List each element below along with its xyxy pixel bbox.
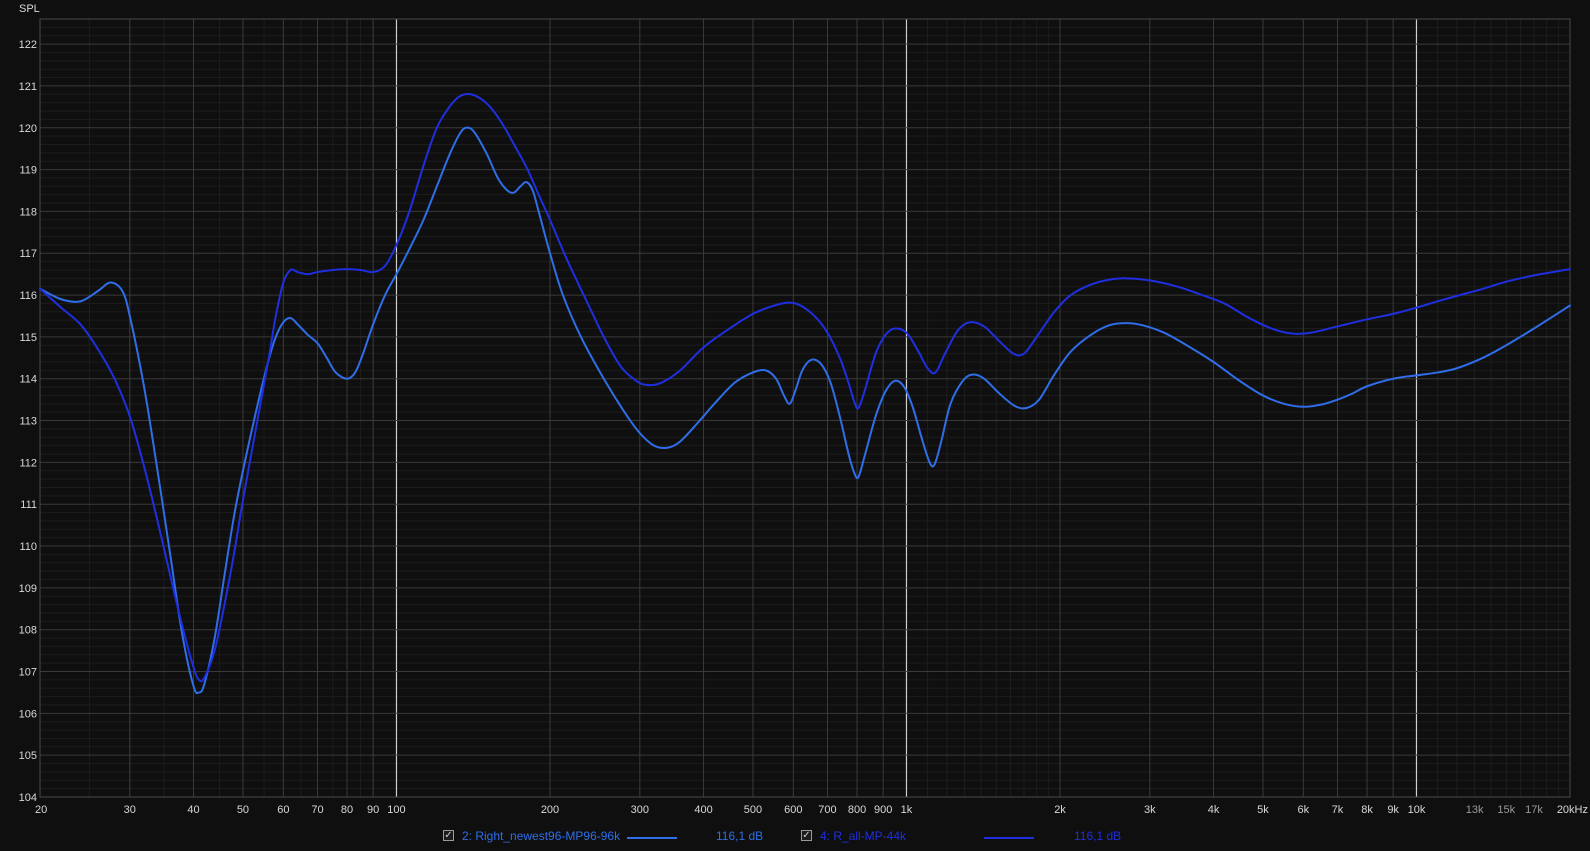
x-tick-label: 300 <box>631 804 649 816</box>
x-tick-label: 400 <box>694 804 712 816</box>
series-2-swatch <box>984 837 1034 839</box>
y-tick-label: 114 <box>19 374 37 386</box>
x-tick-label: 50 <box>237 804 249 816</box>
x-tick-label: 200 <box>541 804 559 816</box>
y-tick-label: 108 <box>19 625 37 637</box>
y-tick-label: 113 <box>19 416 37 428</box>
x-tick-label: 800 <box>848 804 866 816</box>
x-tick-label: 8k <box>1361 804 1373 816</box>
x-tick-label: 500 <box>744 804 762 816</box>
y-tick-label: 118 <box>19 206 37 218</box>
x-tick-label: 700 <box>818 804 836 816</box>
spl-frequency-chart: 104 105 106 107 108 109 110 111 112 113 114 115 116 1… <box>0 0 1590 826</box>
y-tick-label: 112 <box>19 457 37 469</box>
x-tick-label: 70 <box>311 804 323 816</box>
x-tick-label: 3k <box>1144 804 1156 816</box>
y-tick-label: 104 <box>19 792 37 804</box>
x-tick-label: 13k <box>1466 804 1484 816</box>
x-tick-label: 17k <box>1525 804 1543 816</box>
series-2-value: 116,1 dB <box>1074 829 1122 843</box>
y-axis-label: SPL <box>19 3 40 15</box>
y-tick-label: 117 <box>19 248 37 260</box>
x-tick-label: 900 <box>874 804 892 816</box>
series-2-name: 4: R_all-MP-44k <box>820 829 907 843</box>
x-tick-label: 5k <box>1257 804 1269 816</box>
legend-item-2[interactable]: ✓ 4: R_all-MP-44k 116,1 dB <box>801 826 1131 848</box>
y-tick-label: 111 <box>20 499 37 511</box>
y-tick-label: 115 <box>19 332 37 344</box>
y-tick-label: 119 <box>19 165 37 177</box>
x-tick-label: 100 <box>387 804 405 816</box>
y-tick-label: 105 <box>19 750 37 762</box>
x-tick-label: 15k <box>1497 804 1515 816</box>
series-1-swatch <box>627 837 677 839</box>
plot-background <box>0 0 1590 826</box>
x-tick-label: 40 <box>187 804 199 816</box>
x-tick-label: 4k <box>1208 804 1220 816</box>
measurement-window: 104 105 106 107 108 109 110 111 112 113 114 115 116 1… <box>0 0 1590 851</box>
x-tick-label: 600 <box>784 804 802 816</box>
y-tick-label: 120 <box>19 123 37 135</box>
x-tick-label: 20kHz <box>1557 804 1588 816</box>
legend-bar: ✓ 2: Right_newest96-MP96-96k 116,1 dB ✓ … <box>0 826 1590 848</box>
legend-item-1[interactable]: ✓ 2: Right_newest96-MP96-96k 116,1 dB <box>443 826 773 848</box>
y-tick-label: 109 <box>19 583 37 595</box>
series-1-checkbox[interactable]: ✓ <box>443 830 454 841</box>
x-tick-label: 60 <box>277 804 289 816</box>
y-tick-label: 110 <box>19 541 37 553</box>
x-tick-label: 20 <box>35 804 47 816</box>
series-2-checkbox[interactable]: ✓ <box>801 830 812 841</box>
x-tick-label: 6k <box>1298 804 1310 816</box>
series-1-value: 116,1 dB <box>716 829 764 843</box>
x-tick-label: 30 <box>124 804 136 816</box>
y-tick-label: 106 <box>19 708 37 720</box>
y-tick-label: 121 <box>19 81 37 93</box>
x-tick-label: 1k <box>901 804 913 816</box>
x-tick-label: 10k <box>1408 804 1426 816</box>
x-tick-label: 80 <box>341 804 353 816</box>
y-tick-label: 122 <box>19 39 37 51</box>
y-tick-label: 116 <box>19 290 37 302</box>
x-tick-label: 90 <box>367 804 379 816</box>
x-tick-label: 2k <box>1054 804 1066 816</box>
x-tick-label: 7k <box>1332 804 1344 816</box>
series-1-name: 2: Right_newest96-MP96-96k <box>462 829 621 843</box>
y-tick-label: 107 <box>19 667 37 679</box>
x-tick-label: 9k <box>1387 804 1399 816</box>
